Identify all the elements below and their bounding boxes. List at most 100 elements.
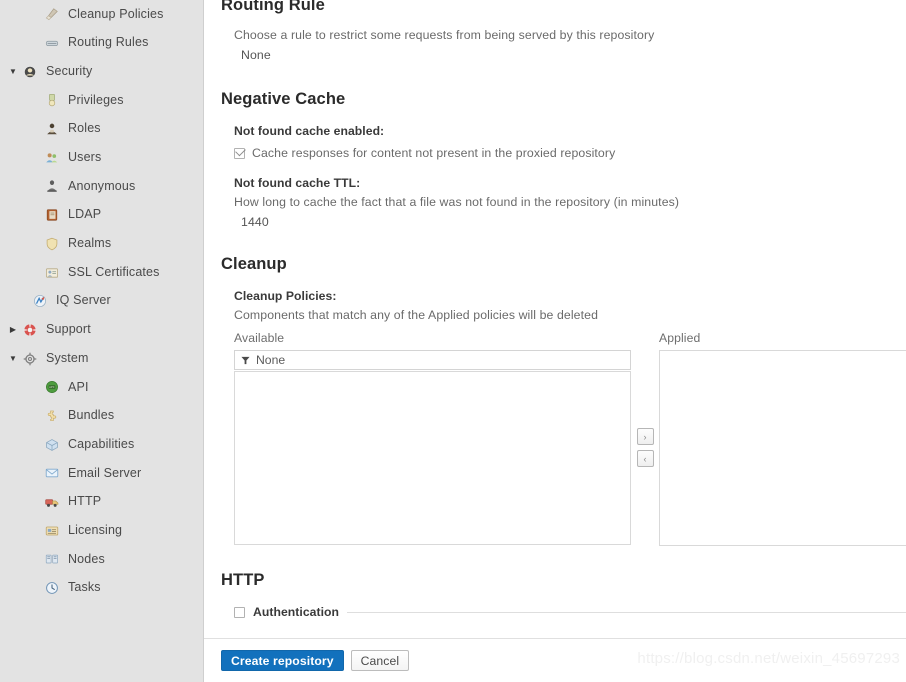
twisty-spacer: ▶ — [28, 240, 42, 248]
svg-text:API: API — [49, 385, 55, 389]
routing-rule-value[interactable]: None — [234, 48, 906, 62]
sidebar-item-tasks[interactable]: ▶ Tasks — [0, 574, 203, 603]
sidebar-item-api[interactable]: ▶ API API — [0, 373, 203, 402]
available-filter-input[interactable]: None — [234, 350, 631, 370]
available-list[interactable] — [234, 371, 631, 545]
add-to-applied-button[interactable]: › — [636, 428, 654, 445]
sidebar-item-system[interactable]: ▼ System — [0, 344, 203, 373]
available-header: Available — [234, 331, 285, 345]
not-found-cache-ttl-value[interactable]: 1440 — [234, 215, 906, 229]
sidebar-item-label: Security — [46, 63, 93, 78]
applied-list[interactable] — [659, 350, 906, 546]
sidebar-item-anonymous[interactable]: ▶ Anonymous — [0, 172, 203, 201]
shield-icon — [42, 236, 62, 252]
sidebar-item-label: IQ Server — [56, 293, 111, 308]
twisty-spacer: ▶ — [28, 211, 42, 219]
not-found-cache-enabled-label: Not found cache enabled: — [234, 124, 385, 138]
sidebar-item-support[interactable]: ▶ Support — [0, 316, 203, 345]
transfer-buttons: › ‹ — [631, 331, 659, 546]
sidebar-item-users[interactable]: ▶ Users — [0, 143, 203, 172]
sidebar-item-bundles[interactable]: ▶ Bundles — [0, 402, 203, 431]
form-footer: Create repository Cancel — [204, 638, 906, 682]
routing-rule-description: Choose a rule to restrict some requests … — [234, 28, 655, 42]
cleanup-section: Cleanup Cleanup Policies: Components tha… — [221, 255, 906, 546]
repository-settings-screen: ▶ Cleanup Policies ▶ Routing Rules ▼ Security… — [0, 0, 906, 682]
settings-form: Routing Rule Choose a rule to restrict s… — [204, 0, 906, 653]
twisty-spacer: ▶ — [28, 39, 42, 47]
cleanup-policies-label: Cleanup Policies: — [234, 289, 337, 303]
sidebar-item-security[interactable]: ▼ Security — [0, 57, 203, 86]
twisty-spacer: ▶ — [28, 498, 42, 506]
not-found-cache-ttl-description: How long to cache the fact that a file w… — [234, 195, 680, 209]
sidebar-item-label: Email Server — [68, 465, 142, 480]
not-found-cache-enabled-text: Cache responses for content not present … — [252, 146, 616, 160]
sidebar-item-label: HTTP — [68, 494, 102, 509]
license-icon — [42, 523, 62, 539]
sidebar-item-nodes[interactable]: ▶ Nodes — [0, 545, 203, 574]
iq-icon — [30, 293, 50, 309]
create-repository-button[interactable]: Create repository — [221, 650, 344, 671]
sidebar-item-iq-server[interactable]: ▶ IQ Server — [0, 287, 203, 316]
chevron-down-icon[interactable]: ▼ — [6, 67, 20, 76]
sidebar-item-ssl-certificates[interactable]: ▶ SSL Certificates — [0, 258, 203, 287]
sidebar-item-label: Anonymous — [68, 178, 136, 193]
router-icon — [42, 35, 62, 51]
twisty-spacer: ▶ — [28, 584, 42, 592]
security-icon — [20, 64, 40, 80]
sidebar-item-ldap[interactable]: ▶ LDAP — [0, 201, 203, 230]
cancel-button[interactable]: Cancel — [350, 650, 410, 671]
sidebar-item-label: Routing Rules — [68, 35, 149, 50]
sidebar-item-label: Tasks — [68, 580, 101, 595]
sidebar-item-licensing[interactable]: ▶ Licensing — [0, 516, 203, 545]
not-found-cache-enabled-checkbox[interactable] — [234, 147, 245, 159]
sidebar-item-routing-rules[interactable]: ▶ Routing Rules — [0, 29, 203, 58]
card-icon — [42, 265, 62, 281]
sidebar-item-label: API — [68, 379, 89, 394]
box-icon — [42, 437, 62, 453]
http-authentication-checkbox[interactable] — [234, 606, 245, 618]
twisty-spacer: ▶ — [16, 297, 30, 305]
medal-icon — [42, 92, 62, 108]
book-icon — [42, 207, 62, 223]
sidebar-item-label: Cleanup Policies — [68, 6, 164, 21]
sidebar-item-realms[interactable]: ▶ Realms — [0, 230, 203, 259]
twisty-spacer: ▶ — [28, 269, 42, 277]
sidebar-item-email-server[interactable]: ▶ Email Server — [0, 459, 203, 488]
admin-sidebar[interactable]: ▶ Cleanup Policies ▶ Routing Rules ▼ Security… — [0, 0, 204, 682]
http-heading: HTTP — [221, 571, 265, 589]
applied-header: Applied — [659, 331, 701, 345]
sidebar-item-capabilities[interactable]: ▶ Capabilities — [0, 430, 203, 459]
sidebar-item-label: SSL Certificates — [68, 264, 160, 279]
remove-from-applied-button[interactable]: ‹ — [636, 450, 654, 467]
sidebar-item-label: Capabilities — [68, 436, 135, 451]
routing-rule-heading: Routing Rule — [221, 0, 325, 14]
sidebar-item-label: Licensing — [68, 522, 123, 537]
broom-icon — [42, 6, 62, 22]
truck-icon — [42, 494, 62, 510]
cleanup-policies-transfer: Available None › ‹ Applied — [234, 331, 906, 546]
envelope-icon — [42, 465, 62, 481]
sidebar-item-http[interactable]: ▶ HTTP — [0, 488, 203, 517]
cleanup-policies-description: Components that match any of the Applied… — [234, 308, 599, 322]
sidebar-item-label: Bundles — [68, 408, 115, 423]
sidebar-item-label: Privileges — [68, 92, 124, 107]
twisty-spacer: ▶ — [28, 527, 42, 535]
sidebar-item-roles[interactable]: ▶ Roles — [0, 115, 203, 144]
sidebar-item-label: Realms — [68, 236, 112, 251]
twisty-spacer: ▶ — [28, 10, 42, 18]
filter-icon — [241, 356, 250, 365]
chevron-down-icon[interactable]: ▼ — [6, 354, 20, 363]
http-authentication-label: Authentication — [253, 605, 340, 619]
sidebar-item-privileges[interactable]: ▶ Privileges — [0, 86, 203, 115]
twisty-spacer: ▶ — [28, 555, 42, 563]
clock-icon — [42, 580, 62, 596]
http-authentication-row[interactable]: Authentication — [234, 605, 906, 619]
person-icon — [42, 178, 62, 194]
sidebar-item-cleanup-policies[interactable]: ▶ Cleanup Policies — [0, 0, 203, 29]
chevron-right-icon[interactable]: ▶ — [6, 325, 20, 334]
divider — [347, 611, 906, 613]
twisty-spacer: ▶ — [28, 96, 42, 104]
twisty-spacer: ▶ — [28, 182, 42, 190]
gear-icon — [20, 351, 40, 367]
lifering-icon — [20, 322, 40, 338]
